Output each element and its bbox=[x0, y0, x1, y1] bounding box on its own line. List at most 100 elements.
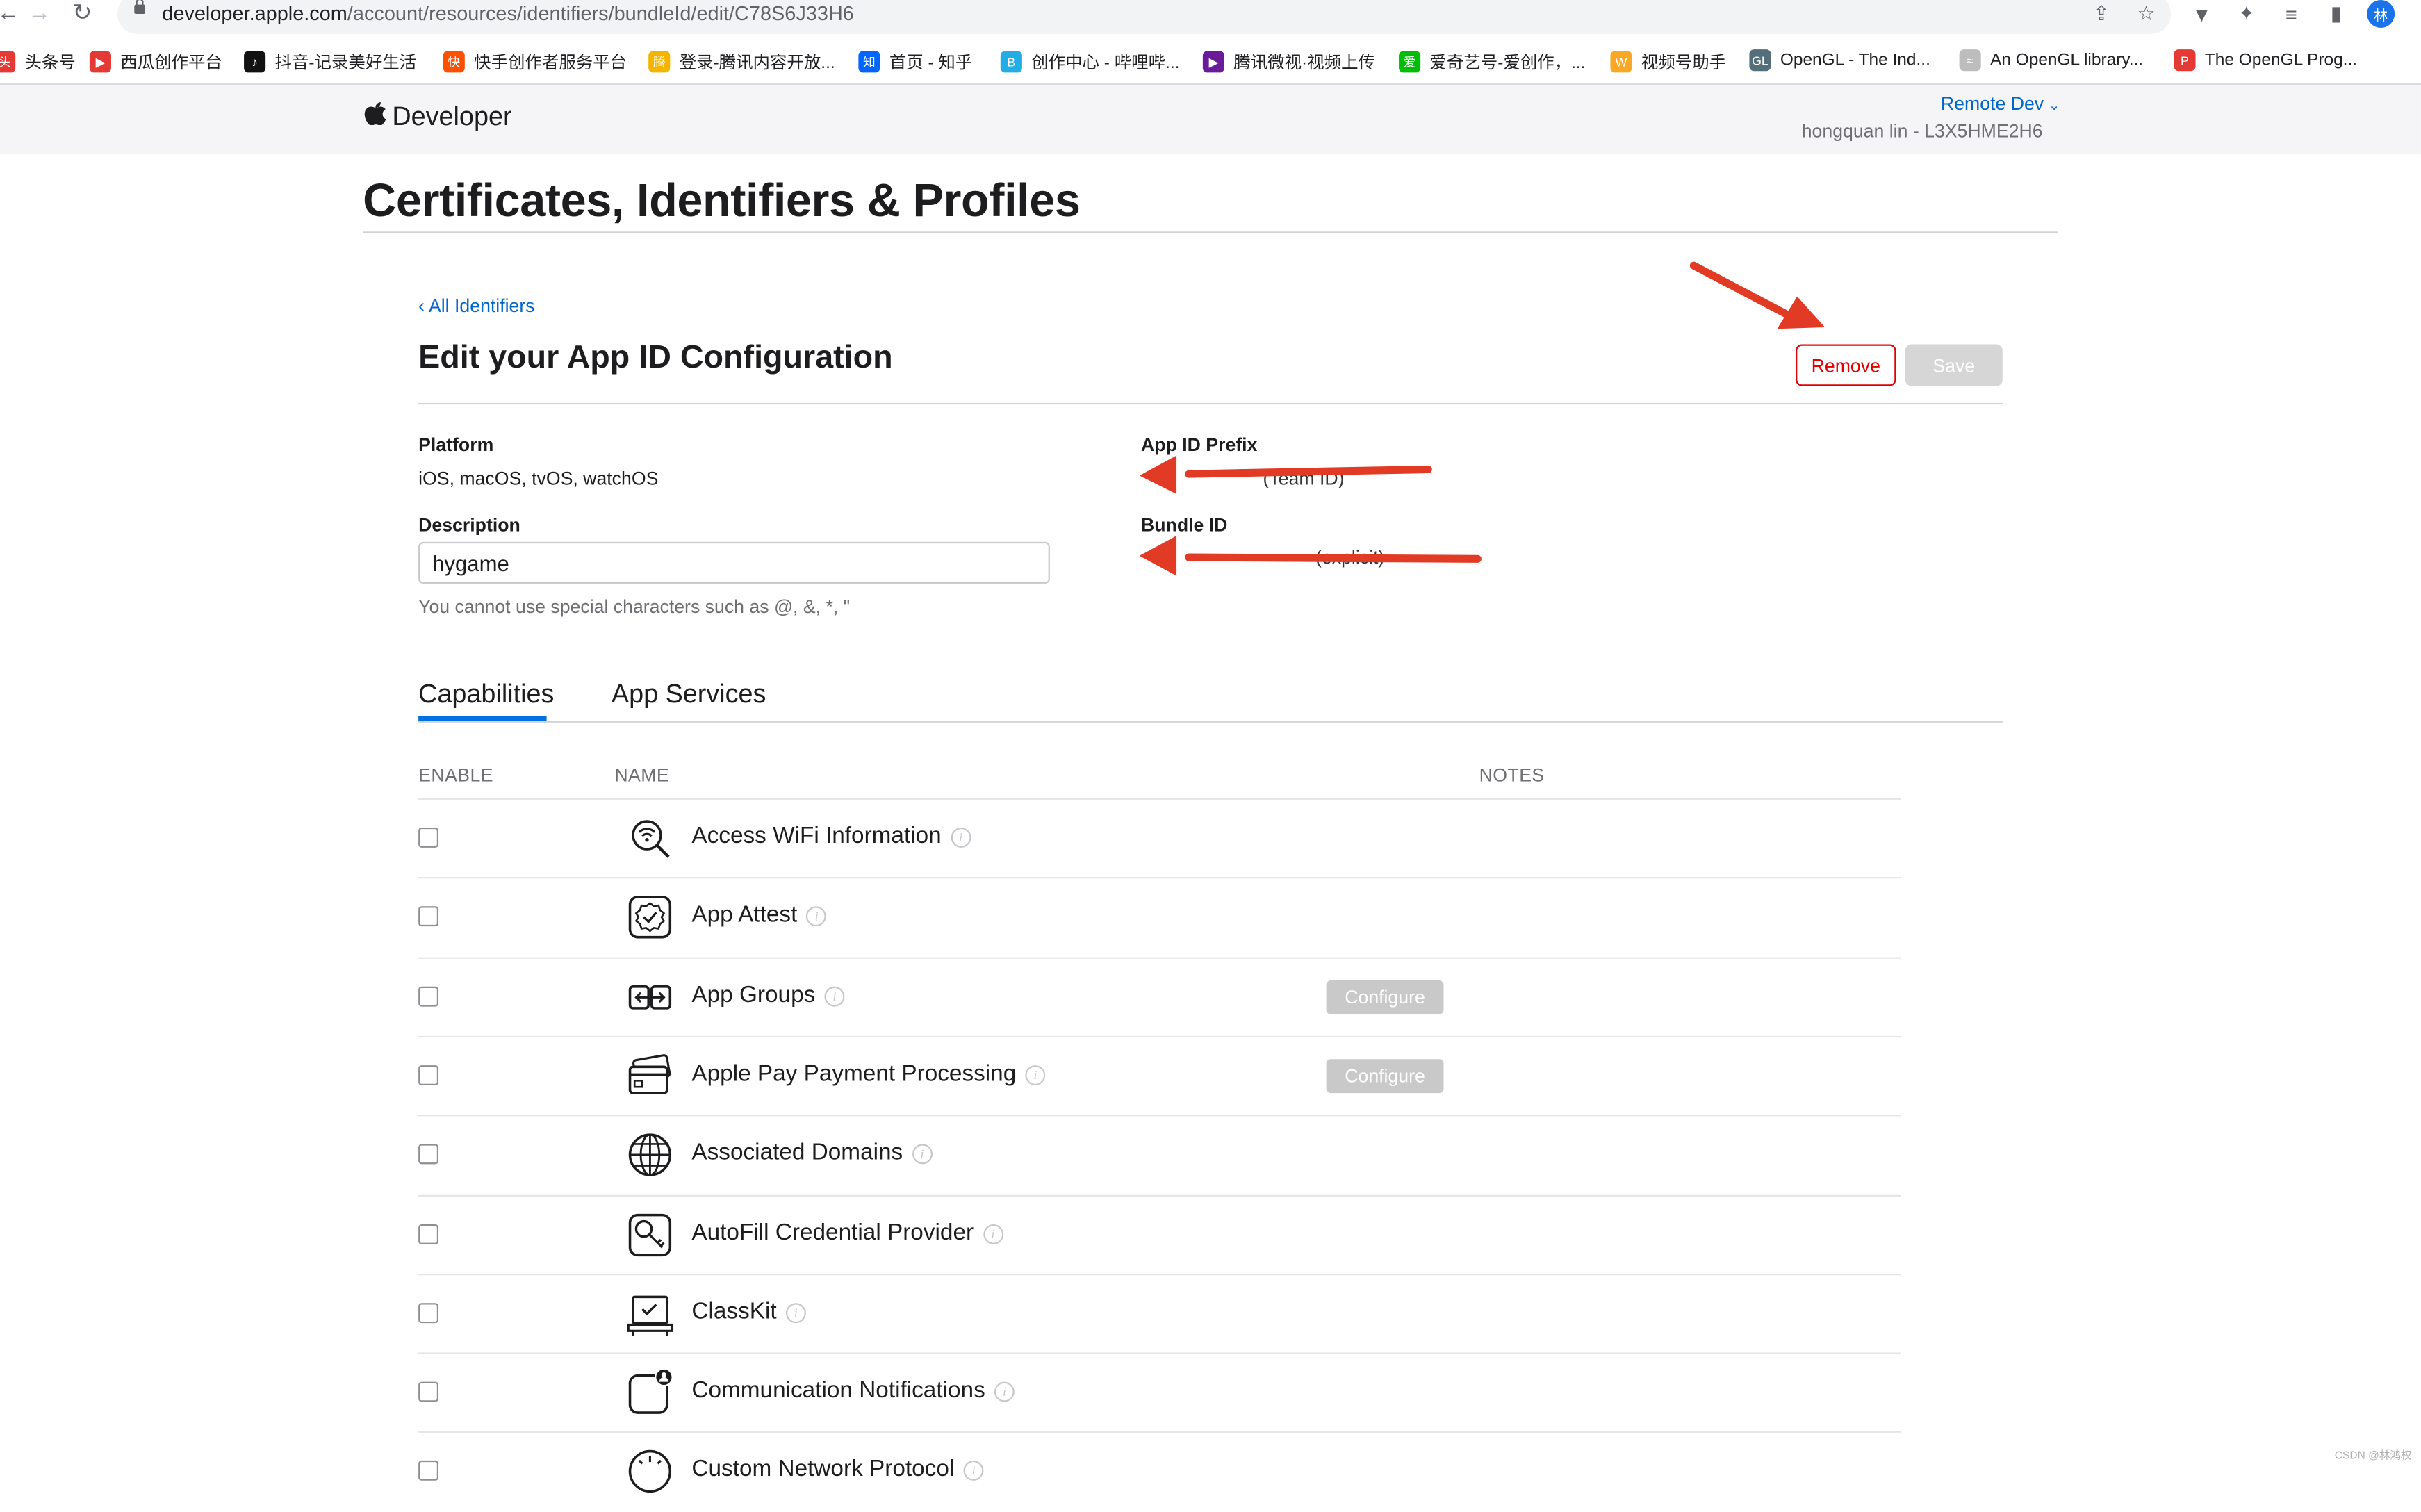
info-icon[interactable]: i bbox=[1025, 1065, 1046, 1085]
capability-name: Apple Pay Payment Processing i bbox=[691, 1060, 1046, 1087]
bookmarks-bar: 头头条号 ▶西瓜创作平台 ♪ 抖音-记录美好生活 快快手创作者服务平台腾登录-腾讯内容开… bbox=[0, 40, 2421, 85]
table-row: App Groups i Configure bbox=[418, 956, 1901, 1037]
watermark: CSDN @林鸿权 bbox=[2334, 1451, 2412, 1463]
bookmark-item[interactable]: ▶ 腾讯微视·视频上传 bbox=[1202, 49, 1375, 74]
info-icon[interactable]: i bbox=[983, 1223, 1003, 1244]
configure-button[interactable]: Configure bbox=[1326, 1058, 1444, 1093]
bookmark-label: 登录-腾讯内容开放... bbox=[679, 54, 835, 73]
tab-app-services[interactable]: App Services bbox=[612, 680, 766, 710]
bookmark-favicon-icon: 知 bbox=[858, 51, 880, 73]
extensions-puzzle-icon[interactable]: ✦ bbox=[2234, 1, 2259, 26]
bundle-id-value: (explicit) bbox=[1315, 546, 1385, 568]
bookmark-item[interactable]: GL OpenGL - The Ind... bbox=[1749, 49, 1930, 72]
enable-checkbox[interactable] bbox=[418, 1144, 439, 1165]
info-icon[interactable]: i bbox=[963, 1461, 984, 1481]
tab-capabilities[interactable]: Capabilities bbox=[418, 680, 554, 710]
description-label: Description bbox=[418, 513, 520, 536]
info-icon[interactable]: i bbox=[912, 1144, 933, 1165]
bookmark-favicon-icon: ▶ bbox=[1202, 51, 1224, 73]
bookmark-favicon-icon: 头 bbox=[0, 51, 16, 73]
apple-logo-icon[interactable] bbox=[363, 99, 386, 125]
communication-notifications-icon bbox=[628, 1370, 673, 1415]
forward-arrow-icon[interactable]: → bbox=[28, 1, 51, 26]
browser-toolbar: ← → ↻ developer.apple.com/account/resour… bbox=[0, 0, 2421, 38]
column-header-notes: NOTES bbox=[1479, 764, 1545, 786]
attest-badge-icon bbox=[628, 896, 672, 939]
url-text[interactable]: developer.apple.com/account/resources/id… bbox=[162, 1, 854, 24]
save-button[interactable]: Save bbox=[1905, 344, 2003, 386]
bookmark-item[interactable]: ▶ 西瓜创作平台 bbox=[89, 49, 222, 74]
info-icon[interactable]: i bbox=[785, 1302, 806, 1323]
developer-brand[interactable]: Developer bbox=[392, 102, 511, 133]
enable-checkbox[interactable] bbox=[418, 985, 439, 1006]
classkit-icon bbox=[627, 1295, 673, 1336]
configure-button[interactable]: Configure bbox=[1326, 980, 1444, 1014]
info-icon[interactable]: i bbox=[806, 906, 827, 927]
enable-checkbox[interactable] bbox=[418, 1461, 439, 1481]
enable-checkbox[interactable] bbox=[418, 827, 439, 848]
bookmark-favicon-icon: GL bbox=[1749, 49, 1771, 72]
capability-label: Access WiFi Information bbox=[691, 823, 942, 850]
team-menu[interactable]: Remote Dev ⌄ bbox=[1941, 92, 2060, 114]
bookmark-label: 首页 - 知乎 bbox=[889, 54, 973, 73]
bookmark-item[interactable]: 腾登录-腾讯内容开放... bbox=[648, 49, 835, 74]
info-icon[interactable]: i bbox=[951, 827, 971, 848]
bookmark-favicon-icon: P bbox=[2174, 49, 2196, 72]
platform-label: Platform bbox=[418, 434, 494, 456]
capability-name: ClassKit i bbox=[691, 1298, 806, 1324]
capability-label: Communication Notifications bbox=[691, 1377, 985, 1404]
enable-checkbox[interactable] bbox=[418, 1223, 439, 1244]
star-icon[interactable]: ☆ bbox=[2134, 1, 2159, 26]
bookmark-favicon-icon: 爱 bbox=[1399, 51, 1421, 73]
bookmark-item[interactable]: W 视频号助手 bbox=[1610, 49, 1726, 74]
divider bbox=[418, 402, 2003, 405]
bookmark-favicon-icon: 腾 bbox=[648, 51, 671, 73]
enable-checkbox[interactable] bbox=[418, 906, 439, 927]
bookmark-label: 快手创作者服务平台 bbox=[474, 54, 627, 73]
bookmark-label: 视频号助手 bbox=[1641, 54, 1727, 73]
share-icon[interactable]: ⇪ bbox=[2089, 1, 2114, 26]
bookmark-favicon-icon: ♪ bbox=[244, 51, 266, 73]
bookmark-item[interactable]: 爱爱奇艺号-爱创作，... bbox=[1399, 49, 1586, 74]
bundle-id-label: Bundle ID bbox=[1140, 513, 1228, 536]
bookmark-favicon-icon: W bbox=[1610, 51, 1632, 73]
team-menu-label: Remote Dev bbox=[1940, 92, 2044, 115]
bookmark-label: OpenGL - The Ind... bbox=[1780, 51, 1930, 69]
chevron-left-icon: ‹ bbox=[418, 295, 429, 317]
lock-icon bbox=[134, 0, 145, 14]
bookmark-item[interactable]: ≈ An OpenGL library... bbox=[1959, 49, 2143, 72]
capability-label: App Groups bbox=[691, 981, 816, 1008]
remove-button[interactable]: Remove bbox=[1796, 344, 1896, 386]
reload-icon[interactable]: ↻ bbox=[72, 1, 92, 26]
wifi-search-icon bbox=[632, 820, 670, 858]
globe-icon bbox=[628, 1133, 672, 1177]
reading-list-icon[interactable]: ≡ bbox=[2279, 1, 2304, 26]
capability-name: Communication Notifications i bbox=[691, 1377, 1015, 1404]
all-identifiers-link[interactable]: ‹ All Identifiers bbox=[418, 295, 534, 316]
bookmark-favicon-icon: ▶ bbox=[89, 51, 111, 73]
bookmark-item[interactable]: 快快手创作者服务平台 bbox=[443, 49, 627, 74]
enable-checkbox[interactable] bbox=[418, 1302, 439, 1323]
enable-checkbox[interactable] bbox=[418, 1381, 439, 1402]
column-header-name: NAME bbox=[614, 764, 670, 786]
profile-avatar[interactable]: 林 bbox=[2367, 0, 2395, 28]
info-icon[interactable]: i bbox=[824, 985, 845, 1006]
bookmark-item[interactable]: 头头条号 bbox=[0, 49, 76, 74]
vue-devtools-icon[interactable]: ▼ bbox=[2190, 1, 2215, 26]
table-row: Apple Pay Payment Processing i Configure bbox=[418, 1035, 1901, 1117]
bookmark-label: 抖音-记录美好生活 bbox=[274, 54, 417, 73]
description-field[interactable] bbox=[418, 541, 1050, 584]
table-row: Access WiFi Information i bbox=[418, 798, 1901, 879]
bookmark-item[interactable]: 知首页 - 知乎 bbox=[858, 49, 972, 74]
key-icon bbox=[628, 1213, 672, 1256]
bookmark-favicon-icon: B bbox=[1000, 51, 1022, 73]
info-icon[interactable]: i bbox=[994, 1381, 1015, 1402]
back-arrow-icon[interactable]: ← bbox=[0, 1, 20, 26]
capability-name: App Attest i bbox=[691, 902, 827, 928]
bookmark-item[interactable]: B 创作中心 - 哔哩哔... bbox=[1000, 49, 1179, 74]
bookmark-item[interactable]: P The OpenGL Prog... bbox=[2174, 49, 2357, 72]
enable-checkbox[interactable] bbox=[418, 1065, 439, 1085]
side-panel-icon[interactable]: ▮ bbox=[2324, 1, 2349, 26]
bookmark-item[interactable]: ♪ 抖音-记录美好生活 bbox=[244, 49, 416, 74]
table-row: ClassKit i bbox=[418, 1273, 1901, 1354]
